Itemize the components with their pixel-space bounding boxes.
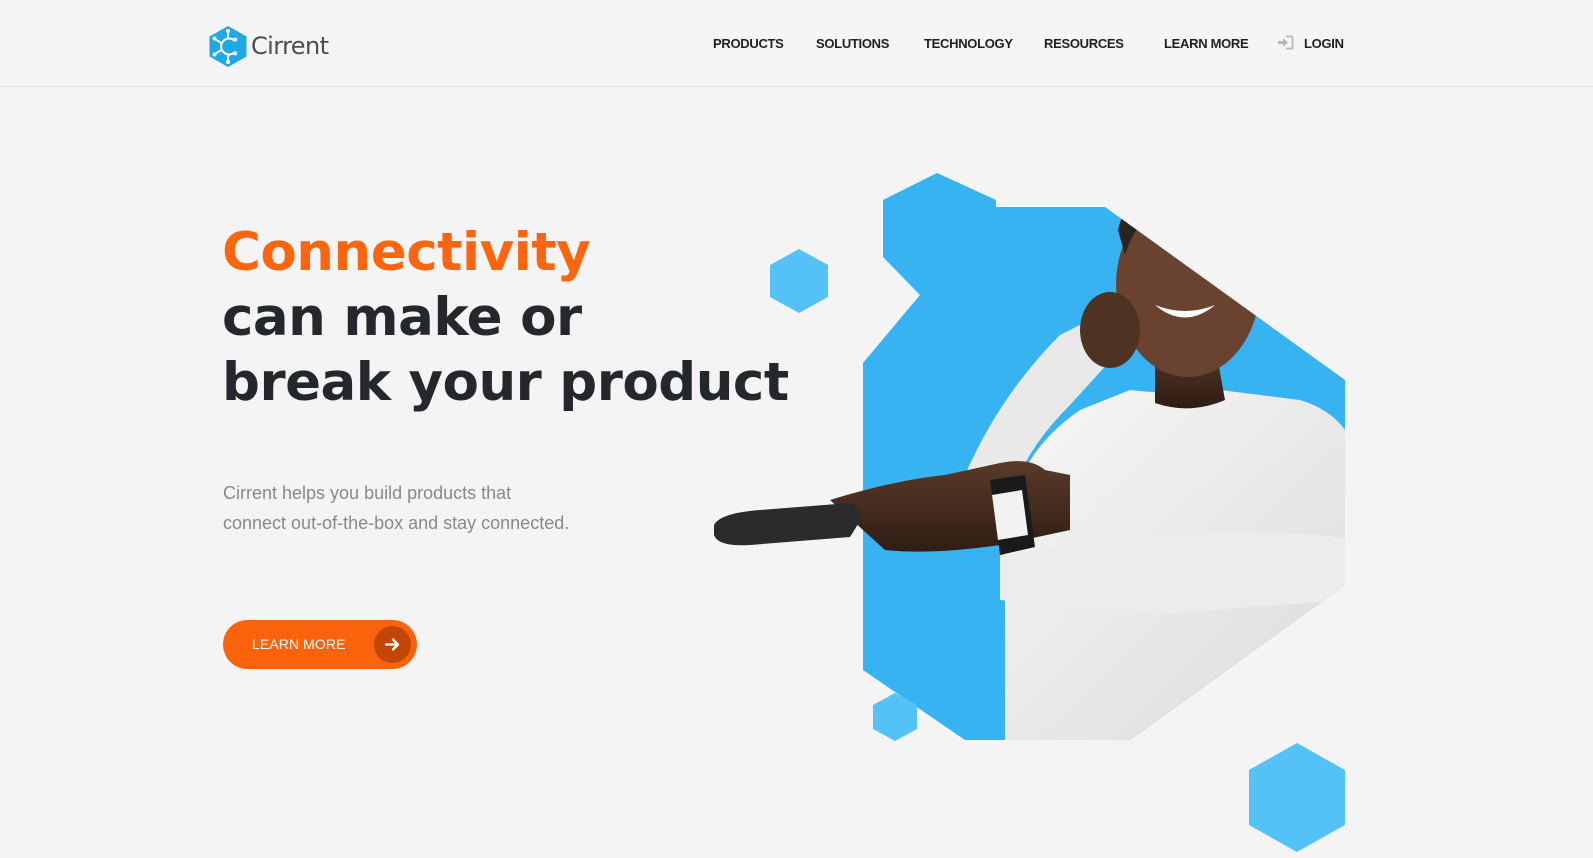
nav-technology[interactable]: TECHNOLOGY [924,36,1013,51]
logo-link[interactable]: Cirrent [208,25,329,68]
subtext-line-1: Cirrent helps you build products that [223,483,512,503]
decor-hexagon-small-top [770,249,828,313]
hero-visual [700,145,1380,858]
learn-more-button[interactable]: LEARN MORE [223,620,417,669]
person-holding-remote-photo [714,173,1345,852]
nav-solutions[interactable]: SOLUTIONS [816,36,889,51]
hero-subtext: Cirrent helps you build products that co… [223,478,643,538]
nav-resources[interactable]: RESOURCES [1044,36,1124,51]
arrow-right-icon [374,626,411,663]
nav-learn-more[interactable]: LEARN MORE [1164,36,1249,51]
sign-in-icon[interactable] [1277,35,1294,50]
cirrent-logo-icon [209,26,247,67]
decor-hexagon-large [1249,743,1345,852]
site-header: Cirrent PRODUCTS SOLUTIONS TECHNOLOGY RE… [0,0,1593,87]
subtext-line-2: connect out-of-the-box and stay connecte… [223,513,570,533]
nav-login[interactable]: LOGIN [1304,36,1344,51]
nav-products[interactable]: PRODUCTS [713,36,784,51]
logo-wordmark: Cirrent [251,32,329,60]
learn-more-button-label: LEARN MORE [252,636,346,652]
